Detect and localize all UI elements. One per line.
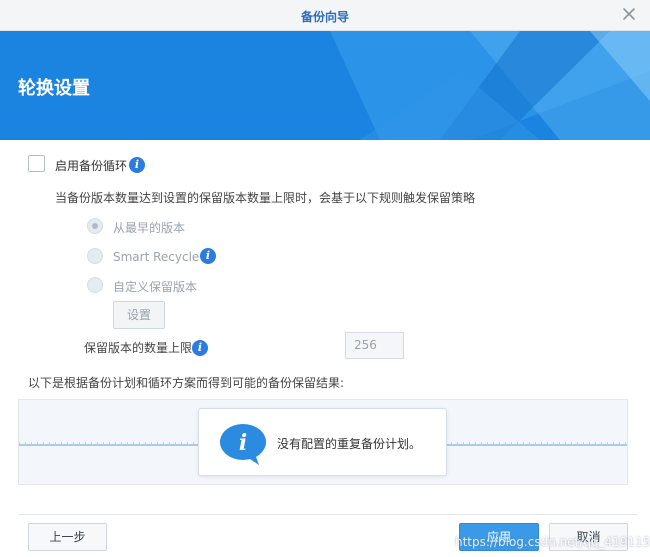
info-bubble-icon: i <box>220 424 266 465</box>
settings-button[interactable]: 设置 <box>113 301 165 329</box>
max-versions-input[interactable]: 256 <box>345 332 404 359</box>
radio-smart-recycle[interactable] <box>87 248 103 264</box>
back-button[interactable]: 上一步 <box>28 523 107 551</box>
preview-caption: 以下是根据备份计划和循环方案而得到可能的备份保留结果: <box>28 376 345 390</box>
radio-custom-versions[interactable] <box>87 277 103 293</box>
smart-recycle-info-icon[interactable]: i <box>200 248 216 264</box>
radio-oldest-version[interactable] <box>87 218 103 234</box>
banner-background <box>0 31 650 140</box>
page-heading: 轮换设置 <box>18 78 90 99</box>
max-versions-label: 保留版本的数量上限 <box>84 341 193 355</box>
window-title: 备份向导 <box>300 10 349 24</box>
watermark: https://blog.csdn.net/qq_41911532 <box>455 535 650 549</box>
no-schedule-message-box: i 没有配置的重复备份计划。 <box>198 408 447 476</box>
no-schedule-message: 没有配置的重复备份计划。 <box>277 437 422 451</box>
title-bar: 备份向导 <box>0 0 650 31</box>
footer-separator <box>18 514 638 515</box>
radio-custom-versions-label[interactable]: 自定义保留版本 <box>113 278 197 295</box>
max-versions-info-icon[interactable]: i <box>192 340 208 356</box>
radio-oldest-version-label[interactable]: 从最早的版本 <box>113 219 185 236</box>
enable-rotation-checkbox[interactable] <box>28 155 45 172</box>
close-icon[interactable] <box>620 5 638 23</box>
header-banner: 轮换设置 <box>0 31 650 140</box>
enable-rotation-label[interactable]: 启用备份循环 <box>55 157 127 174</box>
info-icon[interactable]: i <box>129 157 145 173</box>
svg-text:i: i <box>239 430 247 456</box>
rotation-description: 当备份版本数量达到设置的保留版本数量上限时，会基于以下规则触发保留策略 <box>55 191 476 205</box>
radio-smart-recycle-label[interactable]: Smart Recycle <box>113 250 199 264</box>
